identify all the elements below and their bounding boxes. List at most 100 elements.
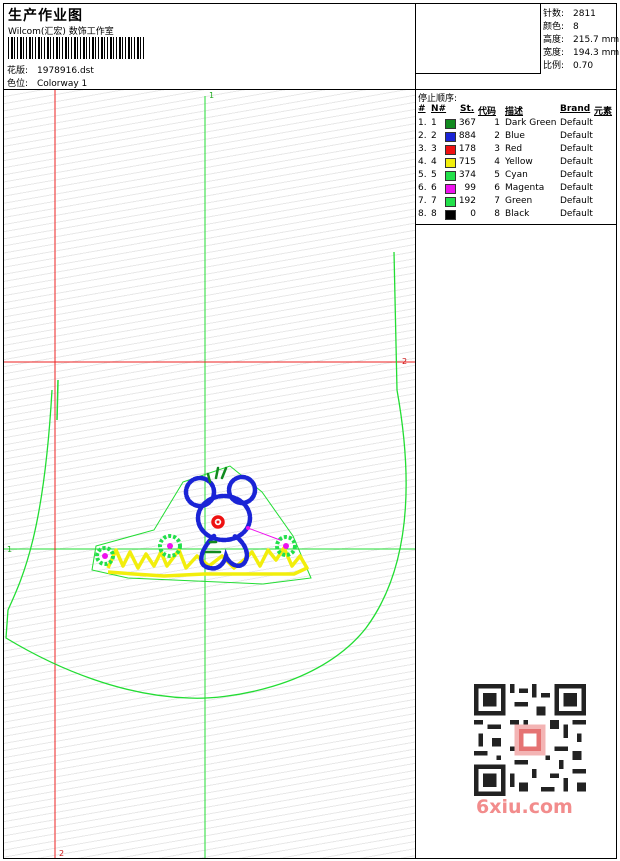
stat-colors: 颜色: 8 (543, 19, 579, 32)
stat-colors-label: 颜色: (543, 22, 565, 32)
design-canvas: 1 1 2 2 (4, 90, 416, 858)
header-stats: 针数: 2811 颜色: 8 高度: 215.7 mm 宽度: 194.3 mm 比例:… (416, 4, 620, 90)
marker-right-red: 2 (402, 357, 407, 366)
thread-color-swatch (445, 184, 456, 194)
thread-color-swatch (445, 119, 456, 129)
stats-blank-box (416, 4, 541, 74)
thread-row: 4. 4 715 4 Yellow Default (416, 157, 616, 170)
flower-left (95, 546, 115, 566)
stat-width-value: 194.3 mm (573, 48, 620, 58)
marker-bottom-red: 2 (59, 849, 64, 858)
thread-row: 2. 2 884 2 Blue Default (416, 131, 616, 144)
header-info: 生产作业图 Wilcom(汇宏) 数饰工作室 花版: 1978916.dst 色位… (4, 4, 416, 90)
thread-desc: Magenta (505, 183, 545, 193)
stat-width-label: 宽度: (543, 48, 565, 58)
thread-stitches: 715 (458, 157, 476, 167)
stop-sequence-title: 停止顺序: (418, 94, 458, 104)
stat-height-label: 高度: (543, 35, 565, 45)
thread-desc: Dark Green (505, 118, 557, 128)
worksheet-frame: 生产作业图 Wilcom(汇宏) 数饰工作室 花版: 1978916.dst 色位… (3, 3, 620, 859)
company-name: Wilcom(汇宏) 数饰工作室 (8, 27, 114, 37)
thread-code: 7 (494, 196, 500, 206)
thread-idx: 8. (418, 209, 427, 219)
thread-no: 7 (431, 196, 437, 206)
col-desc: 描述 (505, 107, 524, 117)
sheet-title: 生产作业图 (8, 8, 83, 24)
design-line: 花版: 1978916.dst (7, 63, 94, 76)
thread-brand: Default (560, 183, 593, 193)
watermark-text: 6xiu.com (476, 796, 573, 818)
thread-no: 3 (431, 144, 437, 154)
thread-no: 5 (431, 170, 437, 180)
thread-no: 2 (431, 131, 437, 141)
thread-idx: 3. (418, 144, 427, 154)
col-element: 元素 (594, 107, 613, 117)
thread-code: 5 (494, 170, 500, 180)
thread-brand: Default (560, 170, 593, 180)
thread-idx: 6. (418, 183, 427, 193)
colorway-line: 色位: Colorway 1 (7, 76, 87, 89)
thread-panel: 停止顺序: # N# St. 代码 描述 Brand 元素 1. 1 367 1 Dar… (416, 90, 616, 858)
col-brand: Brand (560, 104, 591, 114)
thread-sequence-box: 停止顺序: # N# St. 代码 描述 Brand 元素 1. 1 367 1 Dar… (416, 90, 616, 225)
thread-row: 7. 7 192 7 Green Default (416, 196, 616, 209)
thread-desc: Green (505, 196, 533, 206)
garment-outline (5, 251, 407, 699)
embroidery-drawing: 1 1 2 2 (4, 90, 415, 858)
qr-code (474, 684, 586, 796)
thread-desc: Yellow (505, 157, 533, 167)
colorway-value: Colorway 1 (37, 79, 88, 89)
stat-scale: 比例: 0.70 (543, 58, 593, 71)
thread-row: 6. 6 99 6 Magenta Default (416, 183, 616, 196)
stat-width: 宽度: 194.3 mm (543, 45, 619, 58)
colorway-label: 色位: (7, 79, 29, 89)
thread-row: 1. 1 367 1 Dark Green Default (416, 118, 616, 131)
thread-brand: Default (560, 157, 593, 167)
marker-left-green: 1 (7, 545, 12, 554)
stat-scale-label: 比例: (543, 61, 565, 71)
thread-color-swatch (445, 145, 456, 155)
thread-code: 1 (494, 118, 500, 128)
thread-no: 1 (431, 118, 437, 128)
qr-code-image (474, 684, 586, 796)
stat-height-value: 215.7 mm (573, 35, 620, 45)
thread-brand: Default (560, 144, 593, 154)
thread-color-swatch (445, 158, 456, 168)
thread-no: 6 (431, 183, 437, 193)
stat-scale-value: 0.70 (573, 61, 594, 71)
thread-color-swatch (445, 197, 456, 207)
thread-idx: 5. (418, 170, 427, 180)
col-code: 代码 (478, 107, 497, 117)
stat-colors-value: 8 (573, 22, 579, 32)
thread-idx: 2. (418, 131, 427, 141)
thread-stitches: 0 (470, 209, 476, 219)
thread-brand: Default (560, 196, 593, 206)
thread-code: 6 (494, 183, 500, 193)
thread-row: 5. 5 374 5 Cyan Default (416, 170, 616, 183)
col-idx: # (418, 104, 426, 114)
thread-no: 8 (431, 209, 437, 219)
design-value: 1978916.dst (37, 66, 94, 76)
thread-stitches: 178 (458, 144, 476, 154)
design-label: 花版: (7, 66, 29, 76)
stat-stitches-label: 针数: (543, 9, 565, 19)
thread-stitches: 374 (458, 170, 476, 180)
marker-top-green: 1 (209, 91, 214, 100)
outline-fragment (56, 379, 59, 421)
thread-code: 2 (494, 131, 500, 141)
thread-row: 8. 8 0 8 Black Default (416, 209, 616, 222)
thread-stitches: 99 (464, 183, 476, 193)
thread-idx: 4. (418, 157, 427, 167)
thread-desc: Cyan (505, 170, 528, 180)
thread-idx: 7. (418, 196, 427, 206)
thread-color-swatch (445, 210, 456, 220)
thread-table-header: # N# St. 代码 描述 Brand 元素 (416, 104, 616, 117)
col-no: N# (431, 104, 447, 114)
thread-brand: Default (560, 209, 593, 219)
thread-desc: Red (505, 144, 523, 154)
thread-code: 8 (494, 209, 500, 219)
stat-stitches-value: 2811 (573, 9, 596, 19)
thread-code: 4 (494, 157, 500, 167)
thread-desc: Black (505, 209, 530, 219)
thread-row: 3. 3 178 3 Red Default (416, 144, 616, 157)
